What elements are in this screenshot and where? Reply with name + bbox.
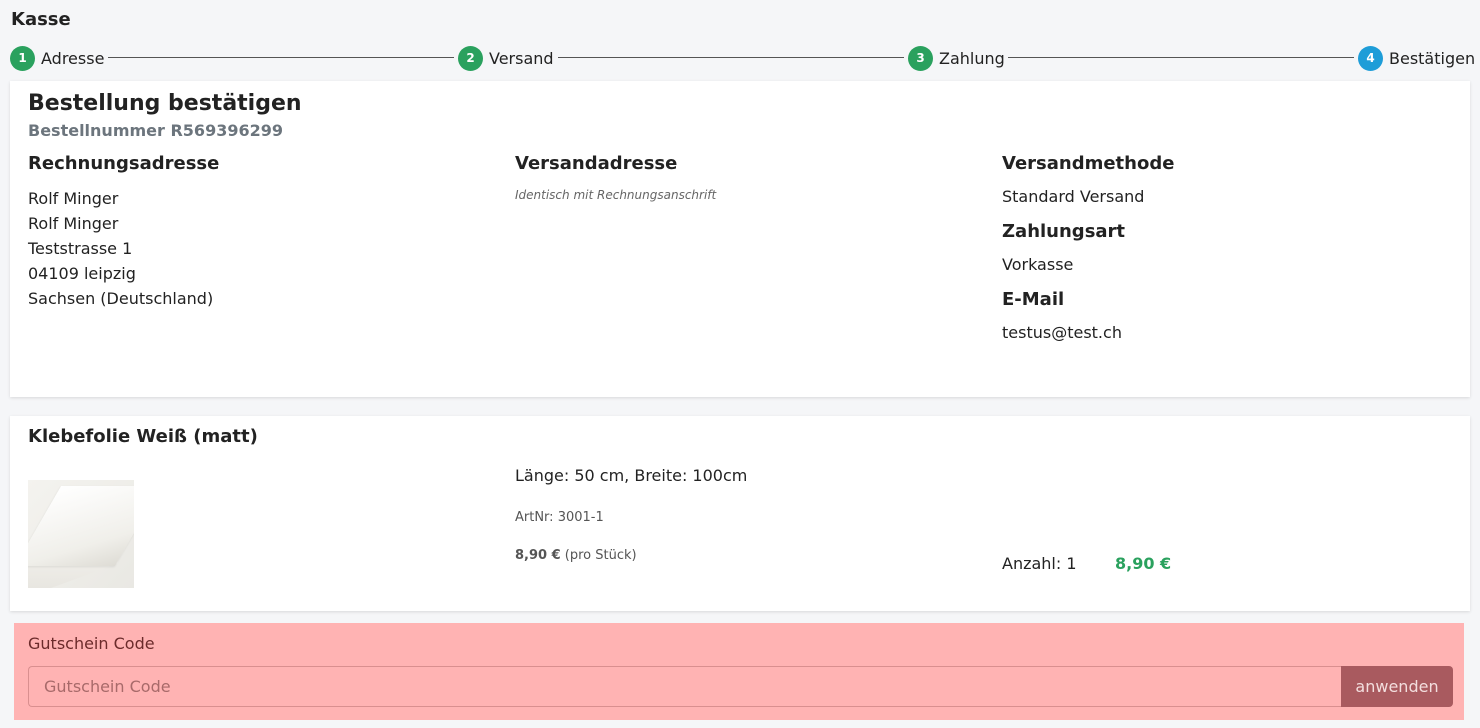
billing-line: 04109 leipzig [28,264,136,283]
item-total-price: 8,90 € [1115,554,1172,573]
step-label: Bestätigen [1389,48,1476,68]
step-adresse[interactable]: 1 Adresse [10,45,104,71]
page-title: Kasse [11,9,71,30]
order-details-section: Versandmethode Standard Versand Zahlungs… [1002,153,1174,357]
step-label: Versand [489,48,554,68]
step-bestaetigen: 4 Bestätigen [1358,45,1475,71]
item-article-number: ArtNr: 3001-1 [515,510,604,525]
step-connector [108,57,454,58]
billing-line: Rolf Minger [28,189,119,208]
shipping-address-note: Identisch mit Rechnungsanschrift [515,188,717,202]
shipping-address-heading: Versandadresse [515,153,678,174]
product-image [28,480,134,588]
shipping-method-value: Standard Versand [1002,187,1145,206]
checkout-stepper: 1 Adresse 2 Versand 3 Zahlung 4 Bestätig… [10,44,1475,72]
email-block: E-Mail testus@test.ch [1002,289,1174,345]
step-number: 4 [1358,45,1383,71]
item-unit-price: 8,90 € (pro Stück) [515,548,637,563]
unit-price-value: 8,90 € [515,548,561,563]
email-heading: E-Mail [1002,289,1065,310]
item-quantity: Anzahl: 1 [1002,554,1077,573]
step-number: 1 [10,45,35,71]
step-number: 3 [908,45,933,71]
coupon-label: Gutschein Code [28,634,155,653]
step-connector [1008,57,1354,58]
step-label: Adresse [41,48,105,68]
step-connector [558,57,904,58]
billing-line: Teststrasse 1 [28,239,133,258]
billing-address-heading: Rechnungsadresse [28,153,220,174]
cart-item-card: Klebefolie Weiß (matt) Länge: 50 cm, Bre… [10,416,1470,611]
step-label: Zahlung [939,48,1005,68]
step-number: 2 [458,45,483,71]
payment-block: Zahlungsart Vorkasse [1002,221,1174,277]
order-summary-card: Bestellung bestätigen Bestellnummer R569… [10,81,1470,397]
apply-coupon-button[interactable]: anwenden [1341,666,1453,707]
billing-address-section: Rechnungsadresse Rolf Minger Rolf Minger… [28,153,219,311]
shipping-address-section: Versandadresse Identisch mit Rechnungsan… [515,153,716,202]
billing-line: Sachsen (Deutschland) [28,289,214,308]
step-zahlung[interactable]: 3 Zahlung [908,45,1005,71]
order-confirm-title: Bestellung bestätigen [28,91,302,116]
billing-line: Rolf Minger [28,214,119,233]
coupon-section: Gutschein Code anwenden [14,623,1464,720]
shipping-method-block: Versandmethode Standard Versand [1002,153,1174,209]
payment-heading: Zahlungsart [1002,221,1126,242]
item-variant: Länge: 50 cm, Breite: 100cm [515,466,748,485]
coupon-input[interactable] [28,666,1342,707]
email-value: testus@test.ch [1002,323,1122,342]
payment-value: Vorkasse [1002,255,1074,274]
item-title: Klebefolie Weiß (matt) [28,426,258,447]
unit-price-suffix: (pro Stück) [560,548,637,563]
shipping-method-heading: Versandmethode [1002,153,1175,174]
step-versand[interactable]: 2 Versand [458,45,554,71]
order-number: Bestellnummer R569396299 [28,121,283,140]
